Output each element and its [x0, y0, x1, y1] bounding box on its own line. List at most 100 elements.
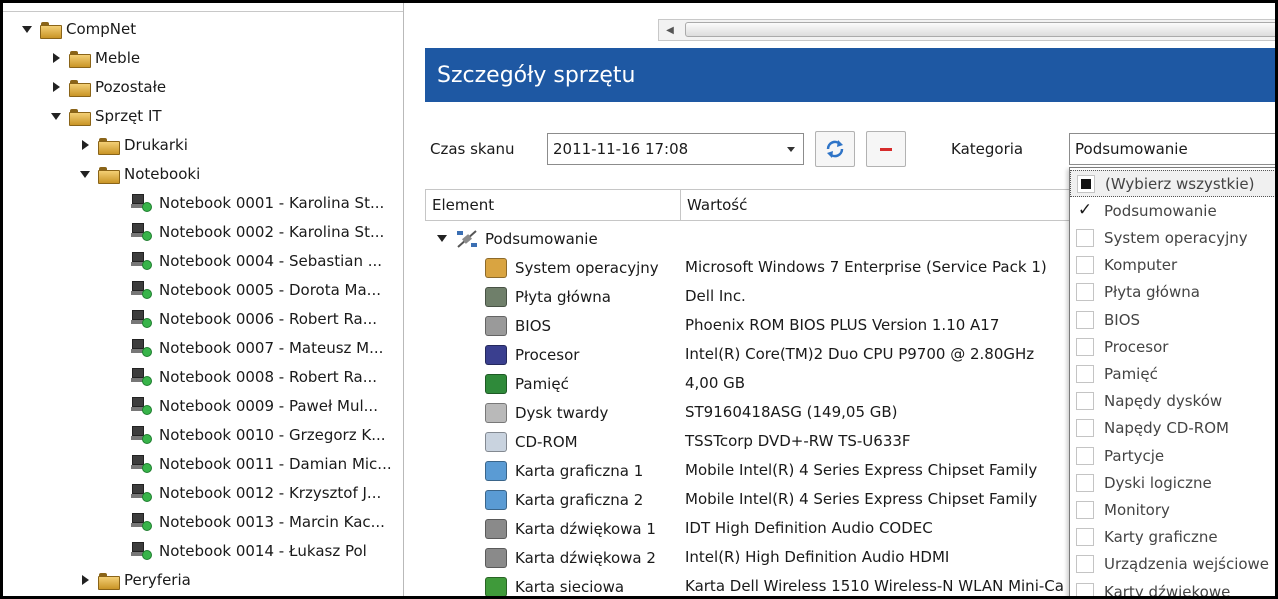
- table-row[interactable]: Karta graficzna 1: [485, 456, 643, 485]
- checkbox-icon[interactable]: [1076, 555, 1094, 574]
- table-row[interactable]: Płyta główna: [485, 282, 611, 311]
- row-value: ST9160418ASG (149,05 GB): [685, 403, 898, 421]
- tree-item-label: Notebook 0012 - Krzysztof J...: [159, 484, 382, 502]
- collapse-arrow-icon[interactable]: [78, 138, 92, 152]
- dropdown-option[interactable]: BIOS: [1070, 306, 1275, 333]
- dropdown-option[interactable]: Monitory: [1070, 496, 1275, 523]
- group-row-summary[interactable]: Podsumowanie: [435, 224, 598, 253]
- hardware-icon: [485, 257, 507, 278]
- dropdown-option[interactable]: Płyta główna: [1070, 279, 1275, 306]
- dropdown-option[interactable]: System operacyjny: [1070, 224, 1275, 251]
- tree-item-notebook[interactable]: Notebook 0001 - Karolina St...: [131, 189, 384, 217]
- tree-item-notebook[interactable]: Notebook 0007 - Mateusz M...: [131, 334, 383, 362]
- tree-item-notebook[interactable]: Notebook 0011 - Damian Mic...: [131, 450, 392, 478]
- tree-item-label: Notebook 0004 - Sebastian ...: [159, 252, 383, 270]
- column-header-element[interactable]: Element: [426, 190, 494, 220]
- table-row[interactable]: BIOS: [485, 311, 551, 340]
- indeterminate-checkbox-icon[interactable]: [1077, 174, 1095, 193]
- expand-arrow-icon[interactable]: [49, 109, 63, 123]
- checkbox-icon[interactable]: [1076, 256, 1094, 275]
- scroll-left-icon[interactable]: ◀: [659, 20, 681, 40]
- checkbox-icon[interactable]: [1076, 582, 1094, 596]
- tree-item-folder[interactable]: CompNet: [20, 15, 136, 43]
- dropdown-option[interactable]: Urządzenia wejściowe: [1070, 551, 1275, 578]
- tree-item-folder[interactable]: Pozostałe: [49, 73, 166, 101]
- tree-item-notebook[interactable]: Notebook 0012 - Krzysztof J...: [131, 479, 381, 507]
- tree-item-label: Notebook 0006 - Robert Ra...: [159, 310, 378, 328]
- tree-item-notebook[interactable]: Notebook 0004 - Sebastian ...: [131, 247, 382, 275]
- table-row[interactable]: Karta dźwiękowa 2: [485, 543, 656, 572]
- row-element-label: Procesor: [515, 345, 580, 364]
- checkbox-icon[interactable]: [1076, 446, 1094, 465]
- tree-item-notebook[interactable]: Notebook 0013 - Marcin Kac...: [131, 508, 385, 536]
- tree-item-notebook[interactable]: Notebook 0009 - Paweł Mul...: [131, 392, 378, 420]
- checkbox-icon[interactable]: [1076, 228, 1094, 247]
- table-row[interactable]: Karta sieciowa: [485, 572, 625, 596]
- refresh-icon: [826, 140, 844, 158]
- row-value: Karta Dell Wireless 1510 Wireless-N WLAN…: [685, 577, 1064, 595]
- checkbox-icon[interactable]: [1076, 473, 1094, 492]
- table-row[interactable]: Karta dźwiękowa 1: [485, 514, 656, 543]
- checkbox-icon[interactable]: [1076, 392, 1094, 411]
- dropdown-option[interactable]: Procesor: [1070, 333, 1275, 360]
- checkbox-icon[interactable]: [1076, 500, 1094, 519]
- table-row[interactable]: Dysk twardy: [485, 398, 608, 427]
- collapse-arrow-icon[interactable]: [49, 51, 63, 65]
- checkmark-icon[interactable]: ✓: [1076, 201, 1094, 220]
- category-label: Kategoria: [951, 140, 1024, 158]
- tree-item-folder[interactable]: Notebooki: [78, 160, 200, 188]
- dropdown-option-label: Partycje: [1104, 446, 1165, 465]
- horizontal-scrollbar[interactable]: ◀: [658, 19, 1275, 41]
- checkbox-icon[interactable]: [1076, 364, 1094, 383]
- tree-item-notebook[interactable]: Notebook 0014 - Łukasz Pol: [131, 537, 367, 565]
- remove-button[interactable]: [866, 131, 906, 167]
- checkbox-icon[interactable]: [1076, 528, 1094, 547]
- scan-time-combo[interactable]: 2011-11-16 17:08: [547, 133, 804, 165]
- collapse-arrow-icon[interactable]: [78, 573, 92, 587]
- dropdown-option[interactable]: ✓ Podsumowanie: [1070, 197, 1275, 224]
- dropdown-option[interactable]: Napędy dysków: [1070, 388, 1275, 415]
- table-row[interactable]: Karta graficzna 2: [485, 485, 643, 514]
- refresh-button[interactable]: [815, 131, 855, 167]
- dropdown-option[interactable]: Partycje: [1070, 442, 1275, 469]
- tree-item-notebook[interactable]: Notebook 0010 - Grzegorz K...: [131, 421, 386, 449]
- table-row[interactable]: Pamięć: [485, 369, 569, 398]
- checkbox-icon[interactable]: [1076, 283, 1094, 302]
- dropdown-option[interactable]: Dyski logiczne: [1070, 469, 1275, 496]
- category-combo[interactable]: Podsumowanie: [1069, 133, 1275, 165]
- table-row[interactable]: System operacyjny: [485, 253, 659, 282]
- checkbox-icon[interactable]: [1076, 419, 1094, 438]
- scrollbar-thumb[interactable]: [685, 22, 1275, 37]
- row-element-label: Karta dźwiękowa 1: [515, 519, 656, 538]
- tree-item-notebook[interactable]: Notebook 0002 - Karolina St...: [131, 218, 384, 246]
- expand-arrow-icon[interactable]: [78, 167, 92, 181]
- dropdown-option[interactable]: Komputer: [1070, 252, 1275, 279]
- tree-item-notebook[interactable]: Notebook 0008 - Robert Ra...: [131, 363, 377, 391]
- checkbox-icon[interactable]: [1076, 337, 1094, 356]
- dropdown-option[interactable]: Pamięć: [1070, 360, 1275, 387]
- expand-arrow-icon[interactable]: [435, 232, 449, 246]
- tree-item-label: Notebook 0011 - Damian Mic...: [159, 455, 392, 473]
- tree-item-folder[interactable]: Peryferia: [78, 566, 191, 594]
- expand-arrow-icon[interactable]: [20, 22, 34, 36]
- tree-item-notebook[interactable]: Notebook 0006 - Robert Ra...: [131, 305, 377, 333]
- dropdown-option[interactable]: Karty graficzne: [1070, 524, 1275, 551]
- tree-item-folder[interactable]: Sprzęt IT: [49, 102, 162, 130]
- tree-item-folder[interactable]: Drukarki: [78, 131, 188, 159]
- dropdown-option[interactable]: Karty dźwiękowe: [1070, 578, 1275, 596]
- dropdown-option[interactable]: (Wybierz wszystkie): [1070, 170, 1275, 197]
- table-row[interactable]: Procesor: [485, 340, 579, 369]
- tree-item-folder[interactable]: Meble: [49, 44, 140, 72]
- notebook-online-icon: [131, 425, 153, 445]
- column-header-value[interactable]: Wartość: [681, 190, 747, 220]
- tree-item-notebook[interactable]: Notebook 0005 - Dorota Ma...: [131, 276, 381, 304]
- table-row[interactable]: CD-ROM: [485, 427, 578, 456]
- dropdown-option[interactable]: Napędy CD-ROM: [1070, 415, 1275, 442]
- notebook-online-icon: [131, 251, 153, 271]
- checkbox-icon[interactable]: [1076, 310, 1094, 329]
- notebook-online-icon: [131, 280, 153, 300]
- notebook-online-icon: [131, 338, 153, 358]
- notebook-online-icon: [131, 512, 153, 532]
- collapse-arrow-icon[interactable]: [49, 80, 63, 94]
- row-element-label: Karta sieciowa: [515, 577, 625, 596]
